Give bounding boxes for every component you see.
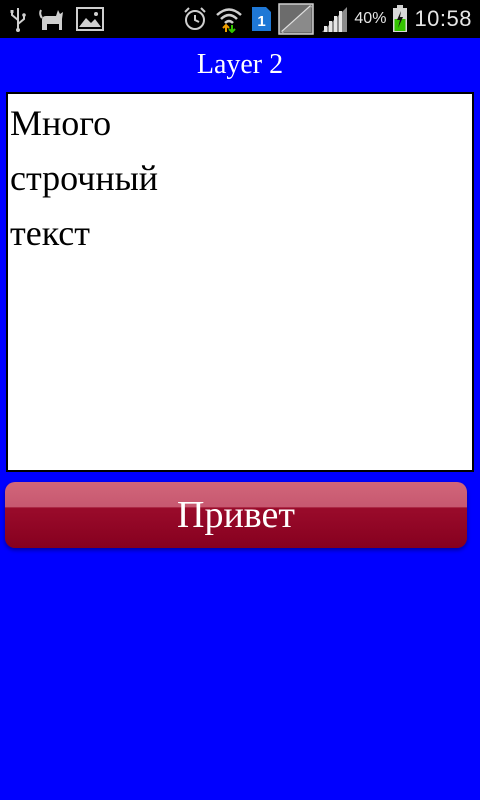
wifi-icon xyxy=(214,5,244,33)
usb-icon xyxy=(8,6,28,32)
text-line: строчный xyxy=(10,158,159,198)
text-line: Много xyxy=(10,103,112,143)
sim-icon: 1 xyxy=(250,6,272,32)
cat-icon xyxy=(38,6,66,32)
alarm-icon xyxy=(182,6,208,32)
gallery-icon xyxy=(76,7,104,31)
no-signal-icon xyxy=(278,3,315,35)
signal-icon xyxy=(320,5,348,33)
sim-slot-number: 1 xyxy=(258,13,266,30)
status-bar-right: 1 40% 10:58 xyxy=(182,0,472,38)
hello-button[interactable]: Привет xyxy=(5,482,467,548)
battery-percent: 40% xyxy=(354,10,387,27)
status-bar-left xyxy=(8,0,104,38)
text-line: текст xyxy=(10,213,91,253)
status-time: 10:58 xyxy=(414,6,472,31)
battery-charging-icon xyxy=(392,5,408,33)
status-bar: 1 40% 10:58 xyxy=(0,0,480,38)
multiline-text-input[interactable]: Много строчный текст xyxy=(6,92,474,472)
text-cursor xyxy=(7,106,8,152)
app-title: Layer 2 xyxy=(196,49,284,80)
